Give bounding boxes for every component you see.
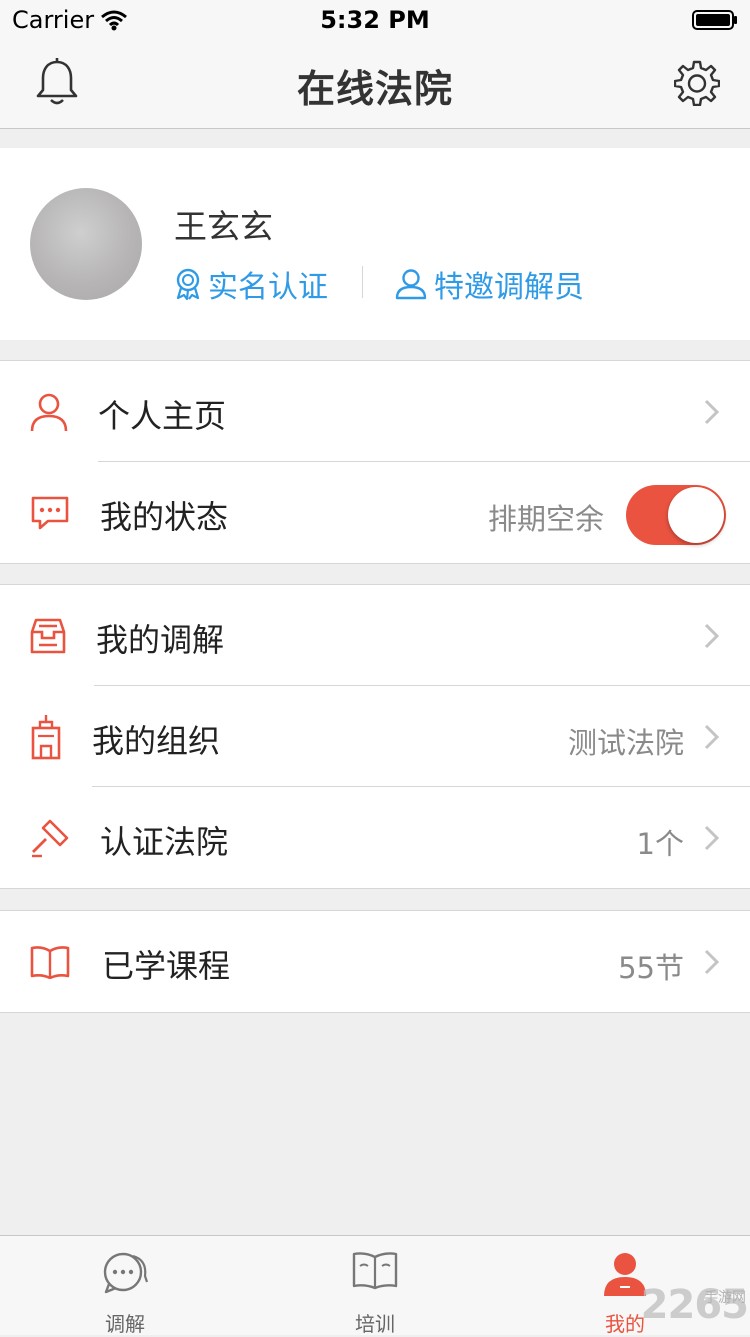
menu-group-personal: 个人主页 我的状态 排期空余 [0,360,750,564]
battery-icon [692,10,737,30]
toggle-knob [668,487,724,543]
menu-item-personal-homepage[interactable]: 个人主页 [0,361,750,462]
menu-item-my-mediation[interactable]: 我的调解 [0,585,750,686]
menu-item-label: 我的状态 [100,498,229,536]
user-name: 王玄玄 [174,207,273,246]
real-name-verified-badge[interactable]: 实名认证 [174,262,328,306]
menu-item-label: 个人主页 [98,397,227,435]
book-icon [30,945,70,979]
menu-item-label: 已学课程 [102,947,231,985]
chevron-right-icon [704,724,720,750]
gear-icon[interactable] [674,60,720,106]
organization-value: 测试法院 [567,726,684,760]
chevron-right-icon [704,825,720,851]
tab-mediation[interactable]: 调解 [0,1236,250,1336]
certified-courts-count: 1个 [636,827,684,861]
badge-divider [362,266,363,298]
invited-mediator-badge[interactable]: 特邀调解员 [394,262,584,306]
tab-label: 调解 [105,1312,145,1336]
menu-item-label: 我的组织 [92,722,221,760]
building-icon [31,714,61,759]
status-toggle[interactable] [626,485,726,545]
tab-bar: 调解 培训 我的 [0,1235,750,1336]
menu-item-learned-courses[interactable]: 已学课程 55节 [0,911,750,1012]
profile-card[interactable]: 王玄玄 实名认证 特邀调解员 [0,148,750,340]
real-name-verified-label: 实名认证 [208,270,328,305]
navigation-bar: 在线法院 [0,40,750,129]
gavel-icon [32,819,69,857]
watermark-subtitle: 手游网 [704,1290,746,1306]
invited-mediator-label: 特邀调解员 [434,270,584,305]
user-outline-icon [395,269,427,300]
menu-item-my-organization[interactable]: 我的组织 测试法院 [0,686,750,787]
chat-bubbles-icon [103,1252,149,1294]
menu-item-label: 认证法院 [100,823,229,861]
chevron-right-icon [704,949,720,975]
status-bar: Carrier 5:32 PM [0,0,750,40]
inbox-icon [30,618,66,653]
tab-label: 培训 [355,1312,395,1336]
status-time: 5:32 PM [320,6,430,34]
chevron-right-icon [704,399,720,425]
menu-group-learning: 已学课程 55节 [0,910,750,1013]
menu-item-certified-courts[interactable]: 认证法院 1个 [0,787,750,888]
open-book-icon [352,1252,398,1290]
status-value: 排期空余 [487,502,604,536]
tab-training[interactable]: 培训 [250,1236,500,1336]
learned-courses-count: 55节 [618,951,684,985]
menu-group-mediation: 我的调解 我的组织 测试法院 认证法院 1个 [0,584,750,889]
menu-item-label: 我的调解 [96,621,225,659]
chevron-right-icon [704,623,720,649]
award-icon [176,268,200,300]
person-icon [30,393,68,431]
chat-icon [31,496,69,529]
menu-item-my-status: 我的状态 排期空余 [0,462,750,563]
page-title: 在线法院 [296,67,453,111]
avatar[interactable] [30,188,142,300]
